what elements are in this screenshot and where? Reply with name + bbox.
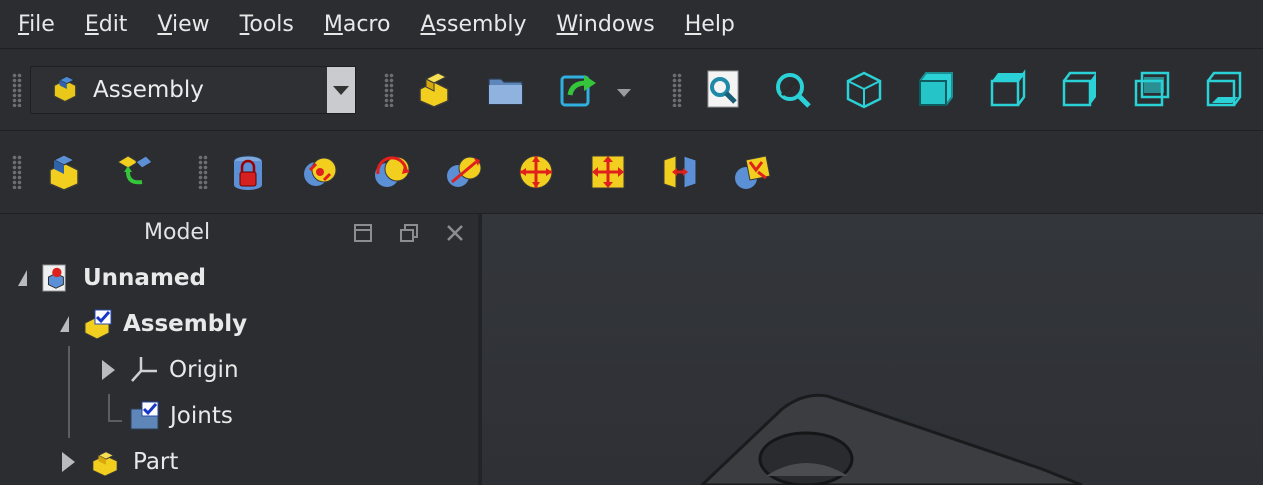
tree-guide-line [108,420,122,422]
joint-planar-button[interactable] [586,150,630,194]
document-icon [42,264,66,292]
joint-slider-icon [735,155,771,189]
panel-float-icon[interactable] [352,222,374,244]
menu-edit[interactable]: Edit [67,12,140,37]
menu-view[interactable]: View [139,12,221,37]
menu-macro[interactable]: Macro [306,12,403,37]
origin-axis-icon [131,357,157,382]
collapse-arrow-icon[interactable] [102,360,115,380]
save-button[interactable] [556,67,600,111]
joint-fixed-icon [304,157,337,186]
toolbar-grip[interactable] [12,155,22,189]
tree-label-joints: Joints [170,403,233,429]
create-assembly-icon [49,154,79,191]
insert-link-button[interactable] [112,148,156,192]
3d-viewport[interactable] [482,214,1263,485]
menu-bar: File Edit View Tools Macro Assembly Wind… [0,0,1263,49]
joint-distance-icon [663,155,697,189]
tree-label-document: Unnamed [83,265,206,291]
joint-revolute-button[interactable] [370,150,414,194]
view-bottom-button[interactable] [1202,67,1246,111]
view-right-button[interactable] [1058,67,1102,111]
assembly-workbench-icon [47,69,83,109]
save-dropdown-caret[interactable] [617,89,631,97]
toggle-grounded-button[interactable] [226,150,270,194]
toolbar-grip[interactable] [672,73,682,107]
joint-cylindrical-icon [447,156,482,187]
tree-label-assembly: Assembly [123,311,248,337]
cube-rear-icon [1134,71,1170,107]
joint-distance-button[interactable] [658,150,702,194]
panel-undock-icon[interactable] [398,222,420,244]
whats-this-button[interactable] [700,67,744,111]
toolbar-row-1: Assembly [0,49,1263,131]
collapse-arrow-icon[interactable] [62,452,75,472]
tree-item-joints[interactable]: Joints [130,396,233,436]
joint-slider-button[interactable] [730,150,774,194]
tree-guide-line [108,394,110,422]
workbench-selector-value: Assembly [93,77,204,103]
panel-close-icon[interactable] [444,222,466,244]
toolbar-grip[interactable] [12,73,22,107]
view-top-button[interactable] [986,67,1030,111]
joint-planar-icon [591,155,625,189]
menu-assembly[interactable]: Assembly [402,12,538,37]
joint-ball-button[interactable] [514,150,558,194]
folder-open-icon [488,78,523,105]
cube-isometric-icon [846,71,882,109]
model-panel: Model Unnamed Assembly Origin Joints Par… [0,214,482,485]
cube-top-icon [990,69,1026,107]
model-part-shape [699,393,1083,485]
menu-help[interactable]: Help [667,12,747,37]
cube-right-icon [1062,71,1096,107]
assembly-check-icon [84,309,112,339]
new-document-icon [419,72,449,108]
joint-fixed-button[interactable] [298,150,342,194]
workbench-dropdown-arrow[interactable] [327,67,355,113]
tree-item-origin[interactable]: Origin [102,350,239,390]
cube-bottom-icon [1206,71,1242,107]
tree-label-origin: Origin [169,357,239,383]
toolbar-row-2 [0,131,1263,214]
tree-item-assembly[interactable]: Assembly [60,304,247,344]
expand-arrow-icon[interactable] [60,316,69,332]
fit-all-icon [776,73,811,108]
menu-windows[interactable]: Windows [539,12,667,37]
view-rear-button[interactable] [1130,67,1174,111]
panel-title: Model [144,220,211,245]
fit-all-button[interactable] [770,67,814,111]
save-export-icon [560,75,596,107]
toolbar-grip[interactable] [384,73,394,107]
open-document-button[interactable] [484,67,528,111]
workbench-selector[interactable]: Assembly [30,66,356,114]
tree-item-part[interactable]: Part [62,442,178,482]
joint-cylindrical-button[interactable] [442,150,486,194]
joint-revolute-icon [375,156,410,187]
zoom-document-icon [707,70,739,108]
ground-lock-icon [233,155,263,190]
toolbar-grip[interactable] [198,155,208,189]
joint-ball-icon [519,155,553,189]
new-document-button[interactable] [412,67,456,111]
insert-component-icon [117,155,153,185]
cube-front-icon [919,72,953,106]
view-isometric-button[interactable] [842,67,886,111]
tree-label-part: Part [133,449,179,475]
menu-file[interactable]: File [0,12,67,37]
tree-item-document[interactable]: Unnamed [18,258,206,298]
tree-guide-line [68,346,70,438]
menu-tools[interactable]: Tools [222,12,306,37]
joints-folder-icon [130,401,159,430]
create-assembly-button[interactable] [42,150,86,194]
part-icon [92,451,118,476]
expand-arrow-icon[interactable] [18,270,27,286]
view-front-button[interactable] [914,67,958,111]
